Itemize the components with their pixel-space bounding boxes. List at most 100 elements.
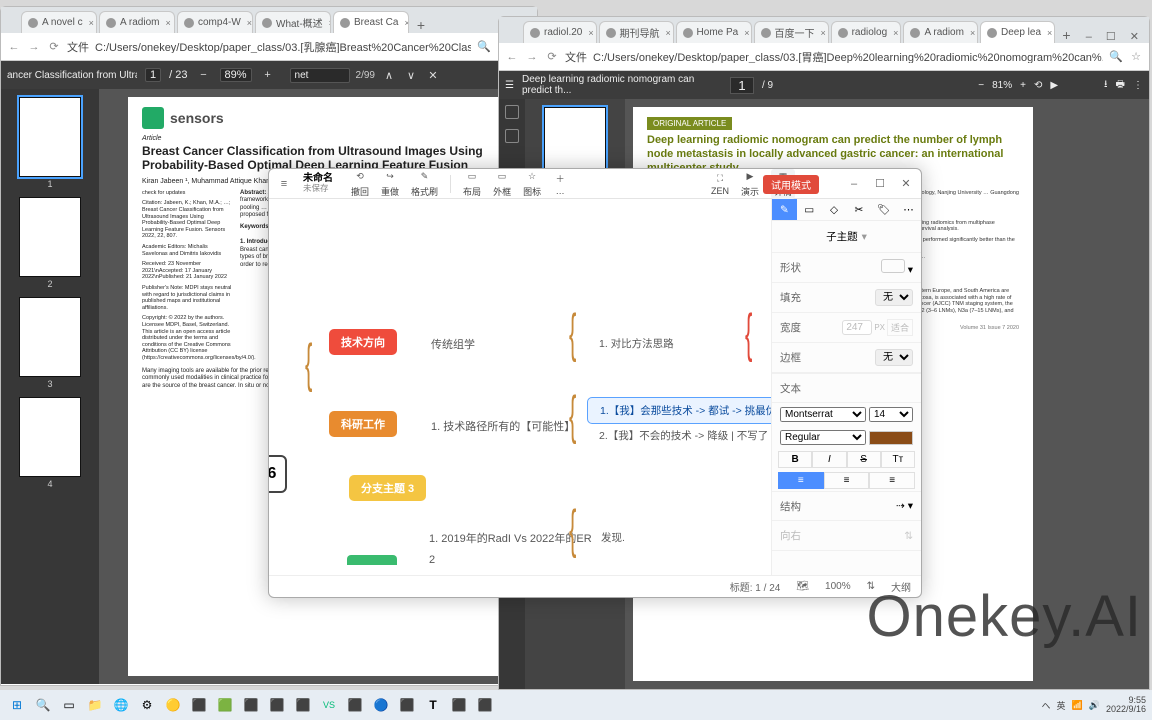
status-mode[interactable]: 大纲	[891, 579, 911, 594]
more-icon[interactable]: ⋮	[1133, 80, 1143, 91]
close-icon[interactable]: ×	[404, 18, 409, 28]
sidebar-toggle-icon[interactable]: ☰	[505, 80, 514, 91]
url-input[interactable]	[593, 51, 1103, 63]
zoom-out-icon[interactable]: −	[196, 67, 212, 83]
icon-button[interactable]: ☆图标	[523, 170, 541, 198]
thumb-2[interactable]	[19, 197, 81, 277]
tool-4[interactable]: ✂	[846, 199, 871, 220]
app-icon[interactable]: ⬛	[292, 694, 314, 716]
mindmap-canvas[interactable]: 6 { 技术方向 传统组学 { 1. 对比方法思路 科研工作 1. 技术路径所有…	[269, 199, 771, 575]
forward-icon[interactable]: →	[27, 40, 41, 54]
stepper-icon[interactable]: ⇅	[904, 530, 913, 542]
chrome-icon[interactable]: 🟡	[162, 694, 184, 716]
outline-icon[interactable]	[505, 129, 519, 143]
tool-5[interactable]: 🏷	[871, 199, 896, 220]
find-next-icon[interactable]: ∨	[403, 67, 419, 83]
tray-chevron-icon[interactable]: ヘ	[1041, 699, 1050, 712]
green-child-2[interactable]: 2	[417, 549, 447, 571]
back-icon[interactable]: ←	[505, 50, 519, 64]
page-number[interactable]	[730, 77, 754, 94]
chevron-down-icon[interactable]: ▾	[908, 264, 913, 276]
reload-icon[interactable]: ⟳	[47, 40, 61, 54]
zoom-value[interactable]: 89%	[220, 68, 252, 82]
font-weight-select[interactable]: Regular	[780, 430, 866, 445]
rotate-icon[interactable]: ⟲	[1034, 80, 1042, 91]
font-family-select[interactable]: Montserrat	[780, 407, 866, 422]
font-color-swatch[interactable]	[869, 431, 913, 445]
redo-button[interactable]: ↪重做	[381, 170, 399, 198]
app-icon[interactable]: T	[422, 694, 444, 716]
root-node[interactable]: 6	[269, 455, 287, 493]
border-select[interactable]: 无	[875, 349, 913, 366]
align-left-button[interactable]: ≡	[778, 472, 824, 489]
rtab-2[interactable]: Home Pa×	[676, 21, 752, 43]
app-icon[interactable]: 🟩	[214, 694, 236, 716]
new-tab-button[interactable]: +	[1057, 27, 1076, 43]
font-size-select[interactable]: 14	[869, 407, 913, 422]
tool-3[interactable]: ◇	[822, 199, 847, 220]
more-button[interactable]: ＋…	[553, 171, 567, 196]
green-child-1-note[interactable]: 发现.	[589, 525, 637, 550]
zen-button[interactable]: ⛶ZEN	[711, 171, 729, 196]
tech-child-1[interactable]: 1. 对比方法思路	[587, 331, 686, 356]
map-icon[interactable]: 🗺	[796, 581, 809, 592]
close-icon[interactable]: ×	[329, 18, 331, 28]
app-icon[interactable]: ⬛	[344, 694, 366, 716]
rtab-3[interactable]: 百度一下×	[754, 21, 829, 43]
forward-icon[interactable]: →	[525, 50, 539, 64]
app-icon[interactable]: ⬛	[474, 694, 496, 716]
app-icon[interactable]: ⬛	[266, 694, 288, 716]
width-input[interactable]	[842, 320, 872, 335]
undo-button[interactable]: ⟲撤回	[351, 170, 369, 198]
explorer-icon[interactable]: 📁	[84, 694, 106, 716]
research-sub[interactable]: 1. 技术路径所有的【可能性】	[419, 413, 587, 439]
close-icon[interactable]: ✕	[899, 177, 913, 191]
fill-select[interactable]: 无	[875, 289, 913, 306]
case-button[interactable]: Tт	[881, 451, 915, 468]
width-fit[interactable]: 适合	[887, 319, 913, 336]
download-icon[interactable]: ⭳	[1104, 77, 1108, 94]
chevron-down-icon[interactable]: ▾	[908, 500, 913, 512]
research-child-1-selected[interactable]: 1.【我】会那些技术 -> 都试 -> 挑最优	[587, 397, 771, 424]
rtab-5[interactable]: A radiom×	[903, 21, 978, 43]
struct-icon[interactable]: ⇢	[896, 500, 905, 512]
app-icon[interactable]: ⬛	[188, 694, 210, 716]
close-icon[interactable]: ×	[89, 18, 94, 28]
rtab-1[interactable]: 期刊导航×	[599, 21, 674, 43]
back-icon[interactable]: ←	[7, 40, 21, 54]
tool-6[interactable]: ⋯	[896, 199, 921, 220]
thumbs-icon[interactable]	[505, 105, 519, 119]
close-icon[interactable]: ×	[165, 18, 170, 28]
present-icon[interactable]: ▶	[1050, 80, 1058, 91]
tab-2[interactable]: comp4-W×	[177, 11, 253, 33]
ime-indicator[interactable]: 英	[1057, 699, 1066, 712]
maximize-icon[interactable]: ☐	[873, 177, 887, 191]
find-input[interactable]	[290, 68, 350, 83]
present-button[interactable]: ▶演示	[741, 170, 759, 198]
align-center-button[interactable]: ≡	[824, 472, 870, 489]
maximize-icon[interactable]: ☐	[1100, 30, 1122, 43]
zoom-in-icon[interactable]: +	[260, 67, 276, 83]
find-close-icon[interactable]: ✕	[425, 67, 441, 83]
page-number[interactable]: 1	[145, 68, 161, 82]
reload-icon[interactable]: ⟳	[545, 50, 559, 64]
research-node[interactable]: 科研工作	[329, 411, 397, 437]
strike-button[interactable]: S	[847, 451, 881, 468]
app-icon[interactable]: 🔵	[370, 694, 392, 716]
layout-button[interactable]: ▭布局	[463, 170, 481, 198]
wifi-icon[interactable]: 📶	[1072, 700, 1083, 711]
app-icon[interactable]: ⬛	[240, 694, 262, 716]
rtab-4[interactable]: radiolog×	[831, 21, 902, 43]
tool-2[interactable]: ▭	[797, 199, 822, 220]
url-input[interactable]	[95, 41, 471, 53]
clock[interactable]: 9:55 2022/9/16	[1106, 696, 1146, 714]
frame-button[interactable]: ▭外框	[493, 170, 511, 198]
menu-icon[interactable]: ≡	[277, 177, 291, 191]
vscode-icon[interactable]: VS	[318, 694, 340, 716]
format-button[interactable]: ✎格式刷	[411, 170, 438, 198]
start-button[interactable]: ⊞	[6, 694, 28, 716]
star-icon[interactable]: ☆	[1129, 50, 1143, 64]
zoom-stepper-icon[interactable]: ⇅	[867, 581, 875, 592]
tab-1[interactable]: A radiom×	[99, 11, 175, 33]
close-icon[interactable]: ✕	[1124, 30, 1145, 43]
